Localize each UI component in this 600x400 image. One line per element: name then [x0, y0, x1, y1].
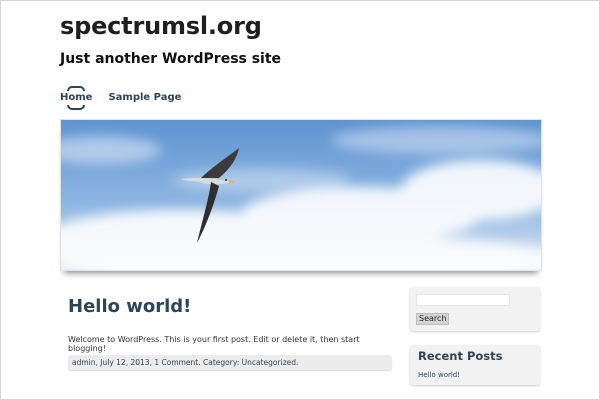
nav-item-home-label: Home [60, 92, 93, 103]
post-date-link[interactable]: July 12, 2013 [100, 358, 149, 367]
active-indicator-bottom [67, 105, 86, 110]
banner-image [60, 119, 542, 271]
meta-end: . [296, 358, 299, 367]
post-author-link[interactable]: admin [72, 358, 96, 367]
nav-item-sample-page-label: Sample Page [108, 92, 182, 103]
post-category-link[interactable]: Uncategorized [242, 358, 296, 367]
site-tagline: Just another WordPress site [60, 51, 282, 67]
post-comments-link[interactable]: 1 Comment [154, 358, 198, 367]
nav-item-home[interactable]: Home [60, 86, 93, 110]
header-banner [60, 119, 542, 271]
search-button[interactable]: Search [416, 313, 450, 325]
recent-post-link[interactable]: Hello world! [418, 371, 460, 379]
seagull-sky-image [61, 120, 541, 270]
search-input[interactable] [416, 294, 510, 306]
post-meta: admin, July 12, 2013, 1 Comment. Categor… [68, 355, 392, 370]
active-indicator-top [67, 86, 86, 91]
site-title[interactable]: spectrumsl.org [60, 12, 262, 40]
nav-item-sample-page[interactable]: Sample Page [108, 86, 181, 109]
search-widget: Search [410, 287, 540, 331]
post-content: Welcome to WordPress. This is your first… [68, 335, 360, 353]
recent-posts-title: Recent Posts [418, 349, 503, 363]
post-title[interactable]: Hello world! [68, 296, 191, 317]
recent-posts-widget: Recent Posts Hello world! [410, 345, 540, 385]
meta-category-prefix: . Category: [198, 358, 242, 367]
main-navigation: Home Sample Page [60, 86, 181, 110]
